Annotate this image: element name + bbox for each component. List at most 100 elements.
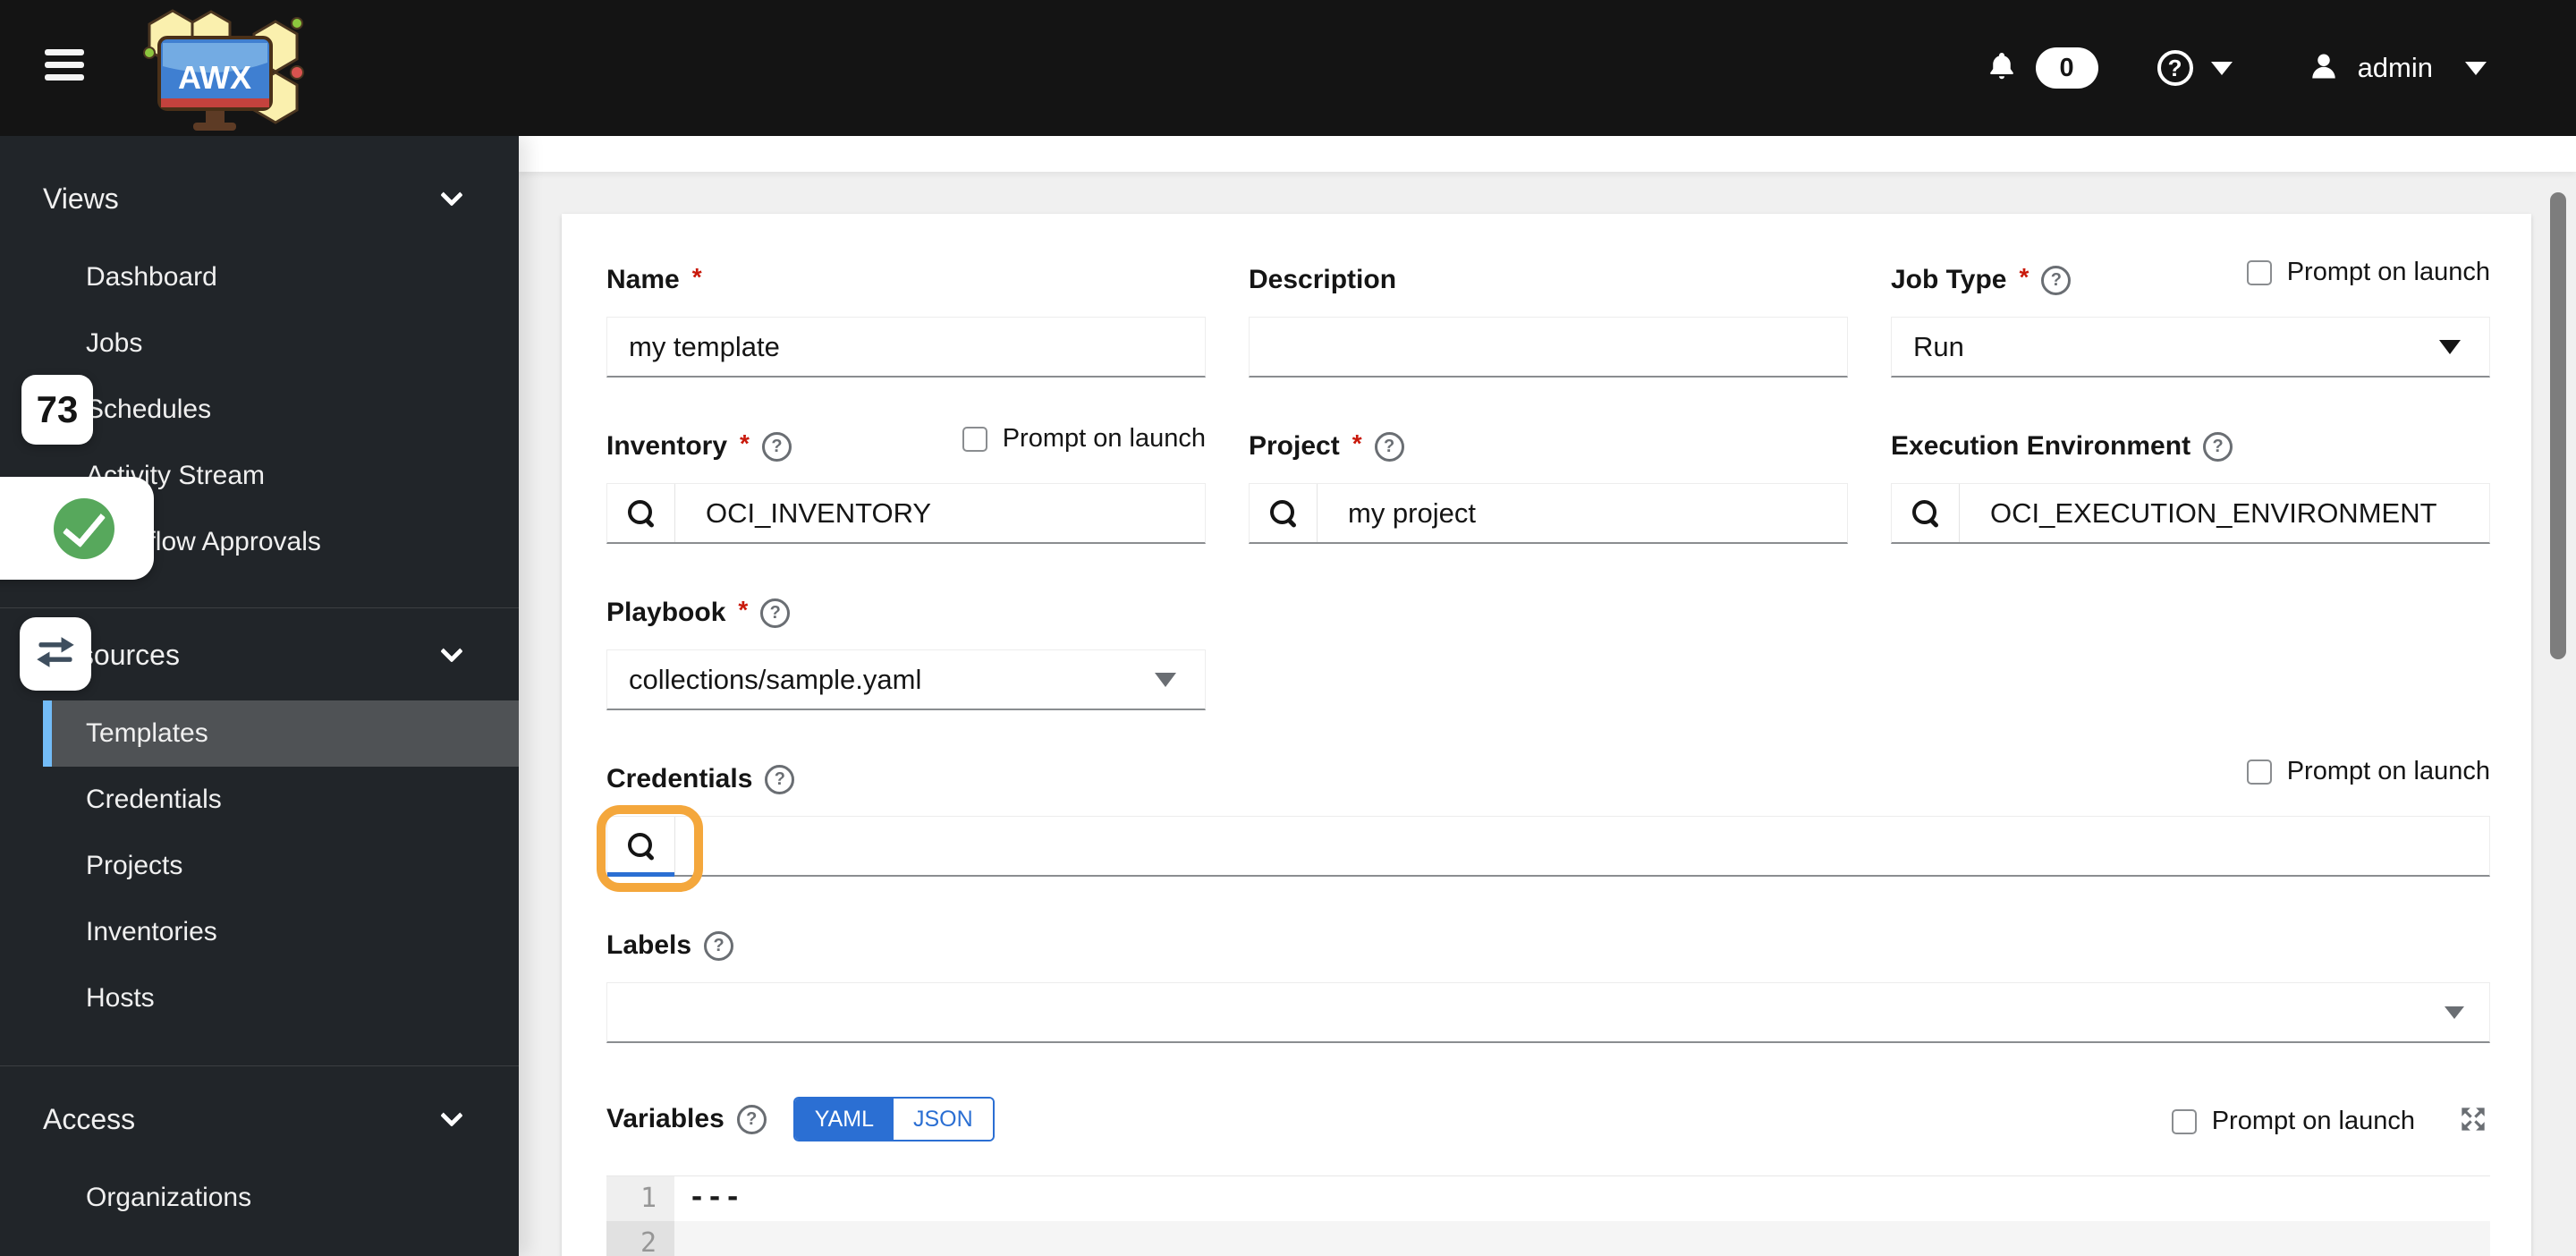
- sidebar-item-jobs[interactable]: Jobs: [43, 310, 519, 377]
- sidebar-item-dashboard[interactable]: Dashboard: [43, 244, 519, 310]
- check-mark: [62, 502, 106, 547]
- job-template-form-card: Name * Description: [562, 214, 2531, 1256]
- execution-environment-lookup: OCI_EXECUTION_ENVIRONMENT: [1891, 483, 2490, 544]
- line-number: 1: [606, 1176, 674, 1221]
- inventory-lookup: OCI_INVENTORY: [606, 483, 1206, 544]
- select-caret-down-icon: [1155, 672, 1176, 687]
- description-field: Description: [1249, 265, 1848, 378]
- json-toggle-button[interactable]: JSON: [894, 1099, 993, 1140]
- sidebar-item-hosts[interactable]: Hosts: [43, 965, 519, 1031]
- credentials-lookup: [597, 805, 2490, 892]
- variables-help-icon[interactable]: ?: [736, 1104, 767, 1134]
- yaml-toggle-button[interactable]: YAML: [794, 1099, 894, 1140]
- required-asterisk: *: [1352, 429, 1362, 457]
- sidebar-group-views[interactable]: Views: [0, 165, 519, 232]
- name-field: Name *: [606, 263, 1206, 378]
- prompt-on-launch-label: Prompt on launch: [2286, 757, 2490, 785]
- sidebar-item-inventories[interactable]: Inventories: [43, 899, 519, 965]
- chevron-down-icon: [440, 640, 463, 663]
- line-number: 2: [606, 1221, 674, 1256]
- swap-arrows-icon: [34, 634, 77, 675]
- project-value[interactable]: my project: [1318, 484, 1847, 542]
- variables-code-editor[interactable]: 1 --- 2: [606, 1175, 2490, 1256]
- help-icon[interactable]: ?: [2157, 50, 2193, 86]
- execution-environment-help-icon[interactable]: ?: [2203, 431, 2233, 462]
- sidebar-group-access[interactable]: Access: [0, 1086, 519, 1152]
- inventory-search-button[interactable]: [607, 484, 675, 542]
- top-navbar: AWX 0 ? admin: [0, 0, 2576, 136]
- search-icon: [1269, 499, 1297, 527]
- variables-label: Variables: [606, 1104, 724, 1133]
- sidebar-item-schedules[interactable]: Schedules: [43, 377, 519, 443]
- sidebar-item-organizations[interactable]: Organizations: [43, 1165, 519, 1231]
- search-icon: [627, 832, 655, 860]
- awx-logo[interactable]: AWX: [132, 4, 311, 138]
- prompt-on-launch-label: Prompt on launch: [2211, 1107, 2415, 1135]
- user-menu-caret-down-icon[interactable]: [2465, 61, 2487, 75]
- sidebar-item-credentials[interactable]: Credentials: [43, 767, 519, 833]
- logo-text: AWX: [178, 59, 251, 96]
- playbook-select[interactable]: collections/sample.yaml: [606, 649, 1206, 710]
- variables-prompt-checkbox[interactable]: [2171, 1108, 2197, 1134]
- job-type-label: Job Type: [1891, 265, 2007, 294]
- required-asterisk: *: [691, 263, 702, 291]
- playbook-value: collections/sample.yaml: [629, 663, 922, 695]
- required-asterisk: *: [738, 596, 749, 624]
- sidebar-divider: [0, 607, 519, 608]
- project-search-button[interactable]: [1250, 484, 1318, 542]
- prompt-on-launch-label: Prompt on launch: [1002, 424, 1206, 453]
- sidebar-group-views-label: Views: [43, 182, 119, 215]
- project-field: Project * ? my project: [1249, 429, 1848, 544]
- search-icon: [627, 499, 655, 527]
- editor-line: 2: [606, 1221, 2490, 1256]
- credentials-search-button[interactable]: [607, 817, 675, 877]
- playbook-label: Playbook: [606, 598, 726, 627]
- variables-format-toggle: YAML JSON: [792, 1097, 995, 1141]
- job-type-help-icon[interactable]: ?: [2041, 265, 2072, 295]
- expand-editor-icon[interactable]: [2456, 1102, 2490, 1141]
- chevron-down-icon: [440, 1104, 463, 1127]
- credentials-prompt-checkbox[interactable]: [2246, 759, 2272, 785]
- notification-count-badge[interactable]: 0: [2035, 47, 2098, 89]
- labels-field: Labels ?: [606, 930, 2490, 1043]
- check-circle-icon: [54, 497, 114, 559]
- credentials-help-icon[interactable]: ?: [765, 764, 795, 794]
- content-top-strip: [519, 136, 2576, 172]
- name-input[interactable]: [606, 317, 1206, 378]
- name-label: Name: [606, 265, 680, 294]
- playbook-help-icon[interactable]: ?: [760, 598, 791, 628]
- labels-select[interactable]: [606, 982, 2490, 1043]
- required-asterisk: *: [2019, 263, 2029, 291]
- execution-environment-value[interactable]: OCI_EXECUTION_ENVIRONMENT: [1960, 484, 2489, 542]
- sidebar-item-projects[interactable]: Projects: [43, 833, 519, 899]
- labels-label: Labels: [606, 930, 692, 960]
- notifications-bell-icon[interactable]: [1986, 50, 2018, 87]
- project-help-icon[interactable]: ?: [1374, 431, 1404, 462]
- menu-toggle-icon[interactable]: [45, 49, 84, 89]
- select-caret-down-icon: [2439, 339, 2461, 354]
- project-lookup: my project: [1249, 483, 1848, 544]
- job-type-value: Run: [1913, 330, 1964, 362]
- help-caret-down-icon[interactable]: [2210, 61, 2233, 75]
- labels-help-icon[interactable]: ?: [704, 930, 734, 961]
- execution-environment-field: Execution Environment ? OCI_EXECUTION_EN…: [1891, 431, 2490, 544]
- sidebar-item-templates[interactable]: Templates: [43, 700, 519, 767]
- execution-environment-search-button[interactable]: [1892, 484, 1960, 542]
- credentials-label: Credentials: [606, 764, 753, 793]
- credentials-field: Credentials ? Prompt on launch: [597, 757, 2490, 892]
- execution-environment-label: Execution Environment: [1891, 431, 2191, 461]
- inventory-field: Inventory * ? Prompt on launch OCI_INVEN…: [606, 424, 1206, 544]
- job-type-select[interactable]: Run: [1891, 317, 2490, 378]
- description-label: Description: [1249, 265, 1397, 294]
- inventory-value[interactable]: OCI_INVENTORY: [675, 484, 1205, 542]
- credentials-value[interactable]: [675, 817, 2489, 875]
- variables-field: Variables ? YAML JSON Prompt on launch 1…: [606, 1097, 2490, 1256]
- inventory-help-icon[interactable]: ?: [761, 431, 792, 462]
- inventory-prompt-checkbox[interactable]: [962, 426, 987, 452]
- job-type-prompt-checkbox[interactable]: [2246, 259, 2272, 285]
- inventory-label: Inventory: [606, 431, 728, 461]
- page-scrollbar-thumb[interactable]: [2550, 192, 2566, 659]
- sidebar-group-access-label: Access: [43, 1102, 136, 1135]
- description-input[interactable]: [1249, 317, 1848, 378]
- project-label: Project: [1249, 431, 1340, 461]
